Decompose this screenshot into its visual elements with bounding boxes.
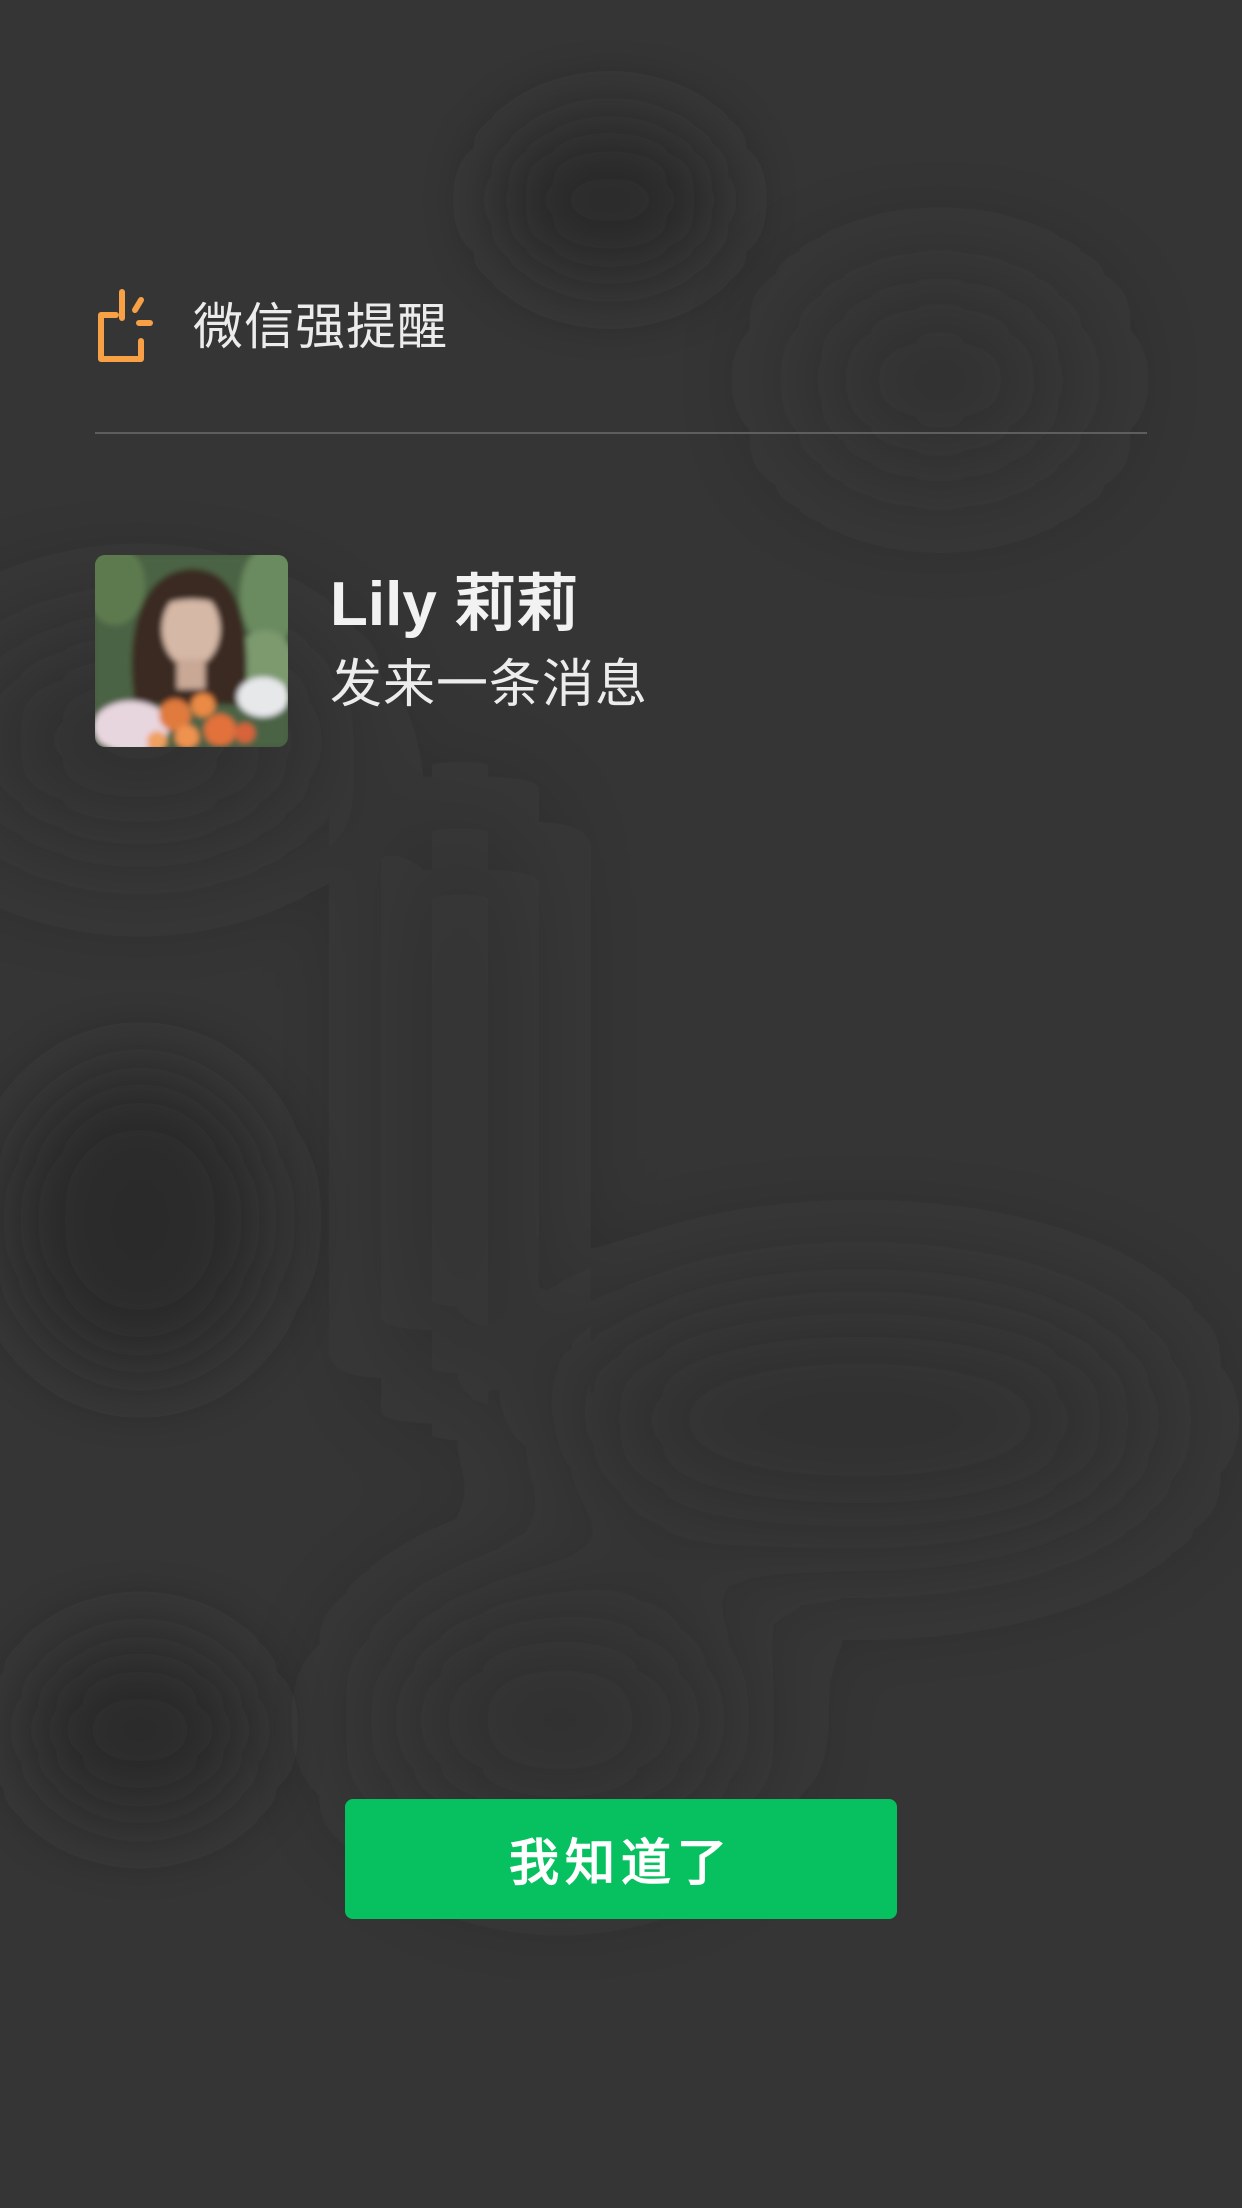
sender-card: Lily 莉莉 发来一条消息 [95,555,648,747]
avatar [95,555,288,747]
alert-phone-icon [98,289,153,362]
acknowledge-button[interactable]: 我知道了 [345,1799,897,1919]
sender-name: Lily 莉莉 [330,570,579,639]
alert-header: 微信强提醒 [95,282,448,372]
alert-title: 微信强提醒 [193,298,448,356]
sender-info: Lily 莉莉 发来一条消息 [330,555,648,716]
divider [95,432,1147,434]
sender-message: 发来一条消息 [330,655,649,716]
